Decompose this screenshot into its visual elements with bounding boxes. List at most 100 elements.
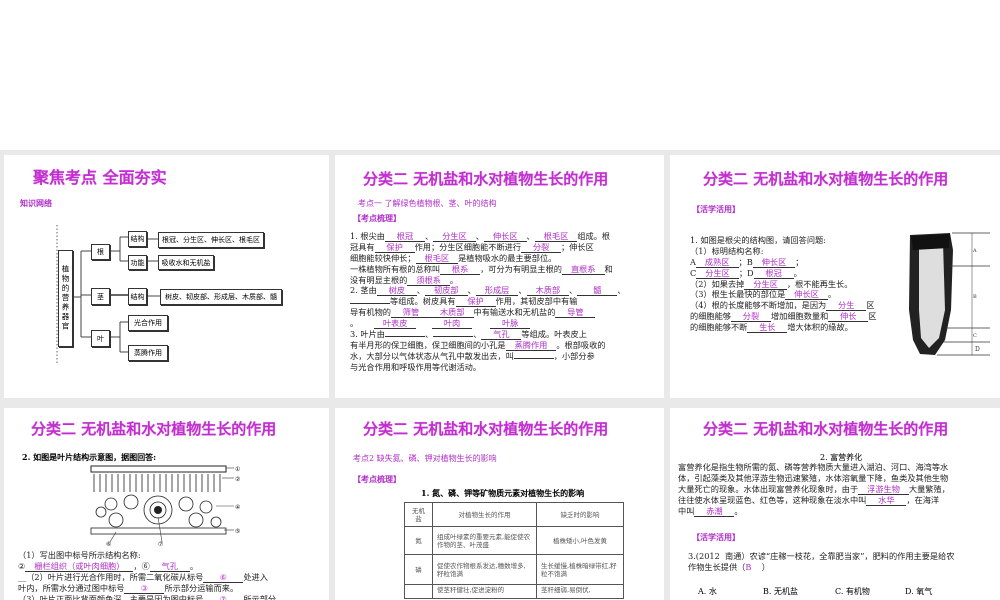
- table-header: 缺乏时的影响: [536, 502, 624, 527]
- line-text: 、: [518, 285, 527, 296]
- answer-blank: 生长: [747, 323, 788, 334]
- line-text: 。根部吸收的: [556, 339, 606, 350]
- fill-in-text: 1. 根尖由 根冠、分生区、伸长区、根毛区 组成。根 冠具有 保护 作用；分生区细胞能不断…: [350, 231, 626, 373]
- line-text: 。: [793, 267, 802, 278]
- line-text: （2）如果去掉: [690, 278, 745, 289]
- figure-label-1: ①: [235, 466, 240, 473]
- line-text: ；D: [738, 267, 754, 278]
- table-cell: 氮: [404, 526, 433, 555]
- answer-blank: 成熟区: [695, 257, 739, 268]
- text-line: 冠具有 保护 作用；分生区细胞能不断进行 分裂 ；伸长区: [350, 242, 626, 253]
- answer-blank: 根冠: [753, 268, 794, 279]
- answer-blank: [350, 303, 390, 305]
- text-line: 作物生长提供（B ）: [688, 562, 954, 573]
- slide-thumbnail-6[interactable]: 分类二 无机盐和水对植物生长的作用 2. 富营养化 富营养化是指生物所需的氮、磷…: [670, 408, 1000, 600]
- text-line: （3）叶片正面比背面颜色深，主要是因为图中标号 ⑦ 所示部分: [18, 594, 276, 600]
- line-text: 、: [475, 231, 484, 241]
- text-line: 有半月形的保卫细胞，保卫细胞间的小孔是 蒸腾作用 。根部吸收的: [350, 340, 626, 351]
- answer-blank: 导管: [555, 308, 596, 319]
- answer-blank: 保护: [455, 297, 496, 308]
- answer-blank: 分生区: [433, 232, 476, 242]
- answer-blank: 气孔: [481, 330, 522, 341]
- line-text: ，根不能再生长。: [786, 278, 853, 289]
- text-line: 一株植物所有根的总称叫 根系 ，可分为有明显主根的 直根系和: [350, 264, 626, 275]
- line-text: 等组成。树皮具有: [390, 296, 456, 307]
- text-line: 1. 根尖由 根冠、分生区、伸长区、根毛区 组成。根: [350, 231, 626, 242]
- paragraph-text: 富营养化是指生物所需的氮、磷等营养物质大量进入湖泊、河口、海湾等水 体，引起藻类及…: [678, 462, 950, 517]
- slide-thumbnail-3[interactable]: 分类二 无机盐和水对植物生长的作用 【活学活用】 1. 如图是根尖的结构图，请回…: [670, 155, 1000, 398]
- figure-label-7: ⑦: [158, 541, 163, 547]
- answer-blank: 木质部: [430, 308, 474, 319]
- line-text: 叶内，所需水分通过图中标号: [18, 582, 125, 593]
- line-text: 作物生长提供（: [688, 561, 746, 572]
- text-line: 叶内，所需水分通过图中标号 ③ 所示部分运输而来。: [18, 583, 276, 594]
- text-line: 1. 如图是根尖的结构图，请回答问题:: [690, 235, 876, 246]
- table-cell: [404, 584, 433, 599]
- tree-leaf-transpiration: 蒸腾作用: [128, 345, 168, 361]
- answer-blank: 根冠: [384, 232, 425, 242]
- line-text: 1. 根尖由: [350, 231, 385, 241]
- slide-thumbnail-1[interactable]: 聚焦考点 全面夯实 知识网络 植物的营养器官 根 茎 叶 结构 功能 根冠、分生…: [4, 155, 329, 398]
- line-text: 一株植物所有根的总称叫: [350, 263, 441, 274]
- line-text: 作用；分生区细胞能不断进行: [414, 241, 522, 252]
- answer-blank: 栅栏组织（或叶肉细胞）: [25, 561, 134, 572]
- answer-blank: 浮游生物: [858, 484, 909, 495]
- table-row: 使茎秆健壮,促进淀粉的 茎秆细弱,易倒伏,: [404, 584, 624, 599]
- text-line: ② 栅栏组织（或叶肉细胞） ，⑥ 气孔。: [18, 561, 276, 572]
- line-text: 区: [866, 300, 875, 311]
- nutrient-table: 无机盐 对植物生长的作用 缺乏时的影响 氮组成叶绿素的重要元素,能促使农作物的茎、叶…: [404, 502, 624, 599]
- figure-label-5: ⑤: [235, 528, 240, 535]
- slide-thumbnail-5[interactable]: 分类二 无机盐和水对植物生长的作用 考点2 缺失氮、磷、钾对植物生长的影响 【考…: [335, 408, 664, 600]
- answer-blank: 蒸腾作用: [505, 340, 557, 351]
- slide-thumbnail-4[interactable]: 分类二 无机盐和水对植物生长的作用 2. 如图是叶片结构示意图，据图回答: ① …: [4, 408, 329, 600]
- slide-thumbnail-2[interactable]: 分类二 无机盐和水对植物生长的作用 考点一 了解绿色植物根、茎、叶的结构 【考点…: [335, 155, 664, 398]
- answer-blank: ⑥: [203, 572, 244, 583]
- line-text: ，小部分参: [553, 350, 595, 361]
- answer-blank: 赤潮: [694, 506, 735, 517]
- answer-blank: 叶表皮: [373, 319, 417, 330]
- text-line: 水，大部分以气体状态从气孔中散发出去，叫 ，小部分参: [350, 351, 626, 362]
- text-line: 等组成。树皮具有 保护 作用，其韧皮部中有输: [350, 296, 626, 308]
- leaf-structure-figure: ① ② ④ ⑤ ⑥ ⑦: [90, 465, 240, 547]
- line-text: 1. 如图是根尖的结构图，请回答问题:: [690, 235, 826, 245]
- section-tag: 【考点梳理】: [353, 474, 401, 484]
- tree-node-jing: 茎: [91, 288, 110, 305]
- line-text: 3. 叶片由: [350, 329, 385, 340]
- table-cell: 使茎秆健壮,促进淀粉的: [432, 584, 537, 599]
- line-text: [472, 318, 490, 328]
- line-text: 所示部分: [243, 593, 277, 600]
- text-line: 2. 茎由 树皮、韧皮部、形成层、木质部、髓、: [350, 285, 626, 297]
- line-text: 、: [424, 231, 434, 241]
- line-text: 2. 茎由: [350, 285, 377, 296]
- text-line: 中叫 赤潮。: [678, 506, 950, 517]
- answer-blank: [513, 357, 554, 359]
- answer-blank: 筛管: [390, 308, 431, 319]
- answer-blank: 保护: [374, 242, 415, 253]
- line-text: 。: [189, 560, 199, 571]
- figure-label-6: ⑥: [106, 541, 111, 547]
- table-header: 对植物生长的作用: [432, 502, 537, 527]
- figure-label-b: B: [973, 294, 977, 300]
- line-text: 3.(2012 南通）农谚“庄稼一枝花，全靠肥当家”，肥料的作用主要是给农: [688, 551, 955, 561]
- table-cell: 促使农作物根系发达,穗数增多,籽粒饱满: [432, 554, 537, 585]
- text-line: __（2）叶片进行光合作用时，所需二氧化碳从标号 ⑥ 处进入: [18, 572, 276, 583]
- line-text: ；B: [738, 256, 753, 267]
- line-text: 。: [827, 289, 837, 300]
- line-text: [416, 318, 432, 328]
- table-cell: 植株矮小,叶色发黄: [536, 526, 624, 555]
- tree-node-jing-structure: 结构: [128, 288, 147, 305]
- top-blank-area: [0, 0, 1000, 150]
- knowledge-tree-connectors: [56, 225, 160, 365]
- line-text: 、: [473, 329, 482, 340]
- tree-node-gen: 根: [91, 244, 110, 260]
- section-tag: 【活学活用】: [692, 532, 740, 542]
- line-text: （4）根的长度能够不断增加，是因为: [690, 300, 827, 311]
- answer-blank: 树皮: [376, 286, 417, 297]
- question-text: 3.(2012 南通）农谚“庄稼一枝花，全靠肥当家”，肥料的作用主要是给农 作物生…: [688, 551, 954, 573]
- answer-blank: 根毛区: [415, 253, 459, 264]
- text-line: 大量死亡的现象。水体出现富营养化现象时，由于 浮游生物 大量繁殖，: [678, 484, 950, 495]
- text-line: 3.(2012 南通）农谚“庄稼一枝花，全靠肥当家”，肥料的作用主要是给农: [688, 551, 954, 562]
- line-text: 往往使水体呈现蓝色、红色等，这种现象在淡水中叫: [678, 494, 867, 505]
- line-text: __（2）叶片进行光合作用时，所需二氧化碳从标号: [18, 571, 204, 582]
- line-text: （1）写出图中标号所示结构名称:: [18, 550, 141, 560]
